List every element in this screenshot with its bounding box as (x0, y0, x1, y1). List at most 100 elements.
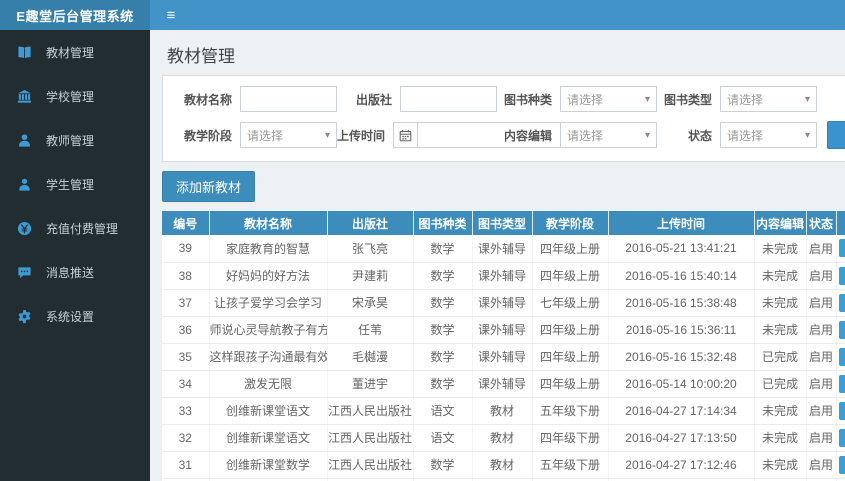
book-icon (17, 45, 32, 60)
filter-group-teaching-stage: 教学阶段 请选择 ▾ (169, 122, 337, 148)
cell-5: 七年级上册 (532, 289, 609, 317)
cell-8: 启用 (806, 343, 837, 371)
cell-8: 启用 (806, 316, 837, 344)
school-icon (17, 89, 32, 104)
sidebar-item-label: 教师管理 (46, 133, 95, 148)
cell-8: 启用 (806, 262, 837, 290)
textbook-name-input[interactable] (240, 86, 337, 112)
cell-7: 未完成 (754, 289, 807, 317)
teaching-stage-label: 教学阶段 (183, 128, 232, 143)
column-header-1: 教材名称 (209, 211, 328, 235)
row-action-button[interactable] (838, 266, 845, 285)
column-header-6: 上传时间 (608, 211, 755, 235)
table-row: 32 创维新课堂语文 江西人民出版社 语文 教材 四年级下册 2016-04-27 17:1… (162, 424, 845, 452)
row-action-button[interactable] (838, 455, 845, 474)
book-category-select[interactable]: 请选择 ▾ (560, 86, 657, 112)
sidebar-item-student-management[interactable]: 学生管理 (0, 162, 150, 206)
chevron-down-icon: ▾ (324, 129, 330, 141)
cell-6: 2016-04-27 17:13:50 (608, 424, 755, 452)
actions-column-header (836, 211, 845, 235)
textbook-name-label: 教材名称 (183, 92, 232, 107)
row-action-button[interactable] (838, 428, 845, 447)
row-action-button[interactable] (838, 293, 845, 312)
cell-5: 四年级上册 (532, 316, 609, 344)
status-select[interactable]: 请选择 ▾ (720, 122, 817, 148)
calendar-icon (393, 122, 418, 148)
cell-3: 数学 (413, 370, 473, 398)
row-actions-cell (836, 397, 845, 425)
cell-5: 四年级下册 (532, 424, 609, 452)
content-edit-select[interactable]: 请选择 ▾ (560, 122, 657, 148)
cell-7: 未完成 (754, 235, 807, 263)
table-row: 34 激发无限 董进宇 数学 课外辅导 四年级上册 2016-05-14 10:00:20 已… (162, 370, 845, 398)
row-action-button[interactable] (838, 401, 845, 420)
row-action-button[interactable] (838, 347, 845, 366)
column-header-5: 教学阶段 (532, 211, 609, 235)
add-textbook-button[interactable]: 添加新教材 (162, 171, 256, 202)
cell-7: 未完成 (754, 262, 807, 290)
cell-3: 数学 (413, 451, 473, 479)
filter-group-upload-time: 上传时间 (337, 122, 585, 148)
cell-2: 宋承昊 (327, 289, 414, 317)
sidebar-item-label: 学生管理 (46, 177, 95, 192)
table-row: 37 让孩子爱学习会学习 宋承昊 数学 课外辅导 七年级上册 2016-05-16 15:3… (162, 289, 845, 317)
cell-2: 江西人民出版社 (327, 451, 414, 479)
teaching-stage-select[interactable]: 请选择 ▾ (240, 122, 337, 148)
cell-2: 任苇 (327, 316, 414, 344)
cell-2: 江西人民出版社 (327, 397, 414, 425)
table-panel: 编号 教材名称 出版社 图书种类 图书类型 教学阶段 上传时间 内容编辑 状态 39 家庭教育的智慧… (162, 211, 845, 481)
cell-3: 数学 (413, 343, 473, 371)
filter-panel: 教材名称 出版社 图书种类 请选择 ▾ 图书类型 请选择 ▾ 教学阶段 请选择 ▾ 上传时间 内容编辑请… (162, 75, 845, 162)
cell-7: 未完成 (754, 424, 807, 452)
sidebar-item-school-management[interactable]: 学校管理 (0, 74, 150, 118)
cell-6: 2016-05-16 15:40:14 (608, 262, 755, 290)
column-header-4: 图书类型 (472, 211, 533, 235)
gear-icon (17, 309, 32, 324)
sidebar-item-teacher-management[interactable]: 教师管理 (0, 118, 150, 162)
chevron-down-icon: ▾ (804, 129, 810, 141)
row-actions-cell (836, 316, 845, 344)
cell-4: 教材 (472, 397, 533, 425)
filter-group-book-type: 图书类型 请选择 ▾ (657, 86, 817, 112)
cell-2: 尹建莉 (327, 262, 414, 290)
cell-1: 家庭教育的智慧 (209, 235, 328, 263)
student-icon (17, 177, 32, 192)
sidebar-item-recharge-payment-management[interactable]: 充值付费管理 (0, 206, 150, 250)
cell-5: 四年级上册 (532, 262, 609, 290)
chevron-down-icon: ▾ (644, 93, 650, 105)
row-action-button[interactable] (838, 239, 845, 258)
sidebar-item-textbook-management[interactable]: 教材管理 (0, 30, 150, 74)
row-action-button[interactable] (838, 320, 845, 339)
cell-6: 2016-04-27 17:12:46 (608, 451, 755, 479)
filter-group-status: 状态 请选择 ▾ (657, 122, 817, 148)
publisher-input[interactable] (400, 86, 497, 112)
sidebar-item-message-push[interactable]: 消息推送 (0, 250, 150, 294)
cell-0: 35 (162, 343, 210, 371)
table-row: 33 创维新课堂语文 江西人民出版社 语文 教材 五年级下册 2016-04-27 17:1… (162, 397, 845, 425)
cell-0: 39 (162, 235, 210, 263)
cell-6: 2016-05-14 10:00:20 (608, 370, 755, 398)
cell-7: 已完成 (754, 370, 807, 398)
cell-6: 2016-05-21 13:41:21 (608, 235, 755, 263)
cell-0: 38 (162, 262, 210, 290)
teaching-stage-selected-value: 请选择 (247, 128, 284, 143)
cell-2: 董进宇 (327, 370, 414, 398)
cell-4: 教材 (472, 424, 533, 452)
cell-6: 2016-05-16 15:36:11 (608, 316, 755, 344)
cell-5: 四年级上册 (532, 235, 609, 263)
sidebar-toggle-icon[interactable]: ≡ (150, 0, 192, 30)
table-row: 38 好妈妈的好方法 尹建莉 数学 课外辅导 四年级上册 2016-05-16 15:40:… (162, 262, 845, 290)
app-brand: E趣堂后台管理系统 (0, 0, 150, 30)
search-button[interactable]: 搜索 (827, 121, 845, 149)
main-content: 教材管理 教材名称 出版社 图书种类 请选择 ▾ 图书类型 请选择 ▾ 教学阶段 请选择 ▾ 上传时间… (150, 30, 845, 481)
row-action-button[interactable] (838, 374, 845, 393)
cell-7: 已完成 (754, 343, 807, 371)
content-edit-selected-value: 请选择 (567, 128, 604, 143)
sidebar-item-system-settings[interactable]: 系统设置 (0, 294, 150, 338)
cell-1: 激发无限 (209, 370, 328, 398)
column-header-7: 内容编辑 (754, 211, 807, 235)
book-type-select[interactable]: 请选择 ▾ (720, 86, 817, 112)
cell-1: 创维新课堂语文 (209, 424, 328, 452)
cell-4: 课外辅导 (472, 370, 533, 398)
cell-8: 启用 (806, 235, 837, 263)
